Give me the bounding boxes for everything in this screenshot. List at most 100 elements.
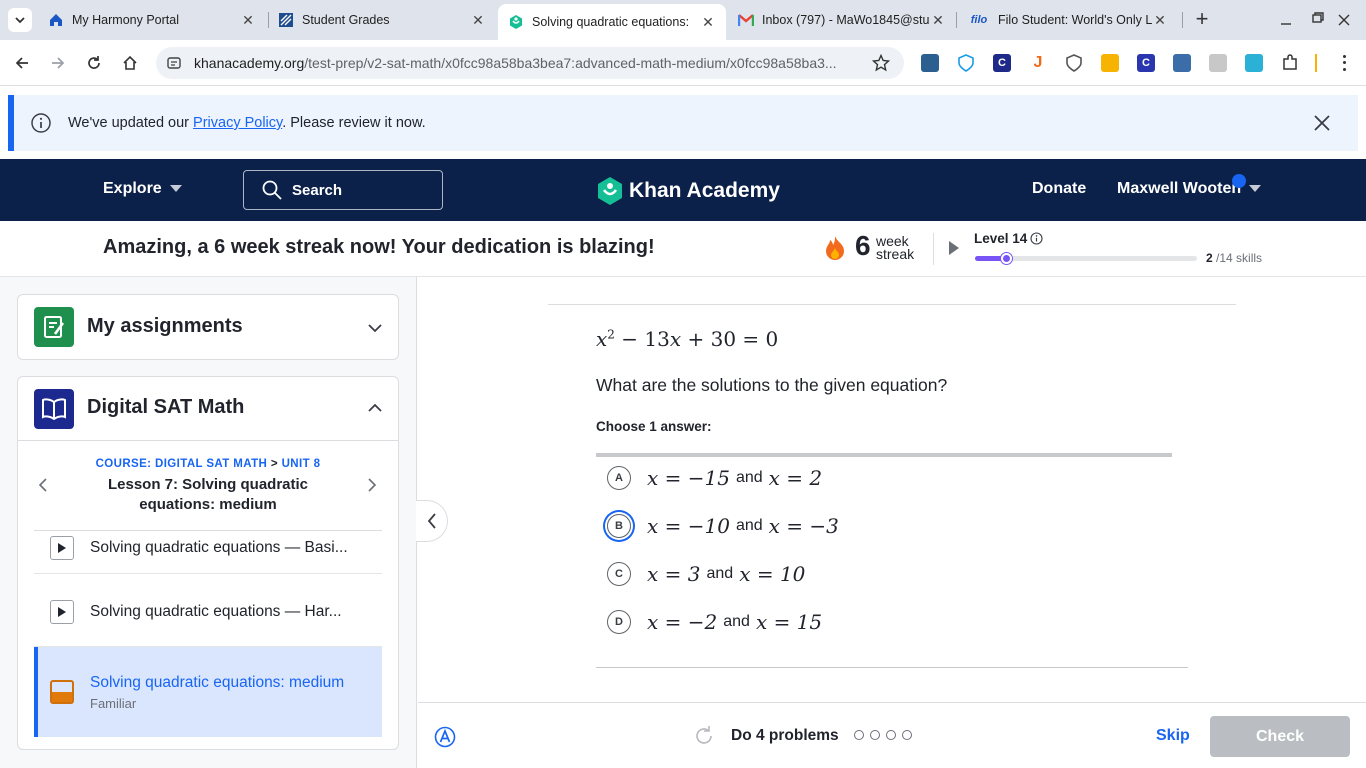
explore-menu-button[interactable]: Explore: [103, 180, 182, 198]
forward-button[interactable]: [47, 52, 69, 74]
next-lesson-button[interactable]: [367, 477, 377, 498]
choice-letter: A: [607, 466, 631, 490]
arrow-left-icon: [15, 57, 28, 69]
choice-left: x = −2: [647, 610, 718, 634]
chevron-up-icon: [368, 403, 382, 412]
donate-link[interactable]: Donate: [1032, 180, 1086, 198]
tab-search-button[interactable]: [8, 8, 32, 32]
browser-toolbar: khanacademy.org/test-prep/v2-sat-math/x0…: [0, 40, 1366, 86]
extension-1-icon[interactable]: [921, 54, 939, 72]
lesson-item-video-basic[interactable]: Solving quadratic equations — Basi...: [34, 528, 382, 574]
home-button[interactable]: [119, 52, 141, 74]
home-icon: [123, 55, 137, 70]
choice-and: and: [735, 469, 763, 486]
extension-shield-icon[interactable]: [957, 54, 975, 72]
tab-student-grades[interactable]: Student Grades ✕: [268, 4, 496, 36]
streak-bar: Amazing, a 6 week streak now! Your dedic…: [0, 221, 1366, 277]
assignments-icon: [34, 307, 74, 347]
harmony-icon: [48, 12, 64, 28]
extension-keep-icon[interactable]: [1101, 54, 1119, 72]
extension-badge-icon[interactable]: [1065, 54, 1083, 72]
search-input[interactable]: Search: [243, 170, 443, 210]
streak-count: 6: [855, 230, 871, 261]
tab-my-harmony-portal[interactable]: My Harmony Portal ✕: [38, 4, 266, 36]
restore-button[interactable]: [1308, 8, 1328, 28]
choice-and: and: [735, 517, 763, 534]
address-bar[interactable]: khanacademy.org/test-prep/v2-sat-math/x0…: [156, 47, 904, 79]
lesson-item-video-hard[interactable]: Solving quadratic equations — Har...: [34, 577, 382, 647]
prev-lesson-button[interactable]: [38, 477, 48, 498]
answer-choice-d[interactable]: D x = −2 and x = 15: [596, 598, 1186, 646]
level-progress-track: [975, 253, 1197, 264]
play-icon: [50, 535, 74, 560]
course-icon: [34, 389, 74, 429]
tab-filo[interactable]: filo Filo Student: World's Only Liv ✕: [958, 4, 1178, 36]
breadcrumb-unit[interactable]: UNIT 8: [282, 458, 321, 470]
user-menu-button[interactable]: Maxwell Wooten: [1117, 174, 1262, 198]
extension-image-icon[interactable]: [1209, 54, 1227, 72]
search-placeholder: Search: [292, 181, 343, 199]
close-tab-icon[interactable]: ✕: [700, 14, 716, 31]
chevron-down-icon: [368, 324, 382, 333]
back-button[interactable]: [11, 52, 33, 74]
privacy-policy-link[interactable]: Privacy Policy: [193, 115, 282, 131]
close-window-button[interactable]: [1334, 10, 1354, 30]
close-icon: [1338, 14, 1350, 26]
close-tab-icon[interactable]: ✕: [240, 12, 256, 29]
lesson-item-label: Solving quadratic equations — Har...: [90, 602, 342, 620]
browser-menu-icon[interactable]: [1336, 53, 1352, 73]
gmail-icon: [738, 12, 754, 28]
skills-count: 2 /14 skills: [1206, 251, 1262, 265]
extension-lock-icon[interactable]: [1173, 54, 1191, 72]
check-button[interactable]: Check: [1210, 716, 1350, 757]
new-tab-button[interactable]: +: [1190, 8, 1214, 32]
extensions-puzzle-icon[interactable]: [1281, 54, 1299, 72]
reload-button[interactable]: [83, 52, 105, 74]
level-expand-button[interactable]: [948, 240, 960, 261]
my-assignments-card[interactable]: My assignments: [17, 294, 399, 360]
problem-dot: [886, 730, 896, 740]
dismiss-banner-button[interactable]: [1312, 113, 1332, 133]
exercise-footer: Do 4 problems Skip Check: [418, 702, 1366, 768]
extension-c-icon[interactable]: C: [993, 54, 1011, 72]
close-tab-icon[interactable]: ✕: [470, 12, 486, 29]
tab-inbox[interactable]: Inbox (797) - MaWo1845@stu ✕: [728, 4, 956, 36]
skip-button[interactable]: Skip: [1156, 727, 1190, 745]
explore-label: Explore: [103, 180, 162, 197]
bookmark-star-icon[interactable]: [872, 54, 890, 72]
flame-icon: [824, 235, 846, 266]
info-icon[interactable]: [1030, 232, 1043, 245]
extension-hook-icon[interactable]: J: [1029, 54, 1047, 72]
lesson-item-exercise-active[interactable]: Solving quadratic equations: medium Fami…: [34, 647, 382, 737]
privacy-banner: We've updated our Privacy Policy. Please…: [8, 95, 1358, 151]
extension-c2-icon[interactable]: C: [1137, 54, 1155, 72]
problem-dot: [902, 730, 912, 740]
chevron-right-icon: [368, 478, 377, 492]
chevron-down-icon: [15, 17, 25, 24]
restore-icon: [1312, 12, 1324, 23]
chevron-left-icon: [38, 478, 47, 492]
close-tab-icon[interactable]: ✕: [930, 12, 946, 29]
tab-solving-quadratic-equations[interactable]: Solving quadratic equations: ✕: [498, 4, 726, 40]
breadcrumb-course[interactable]: COURSE: DIGITAL SAT MATH: [96, 458, 268, 470]
answer-choice-a[interactable]: A x = −15 and x = 2: [596, 454, 1186, 502]
arrow-right-icon: [52, 57, 65, 69]
extension-cloud-icon[interactable]: [1245, 54, 1263, 72]
minimize-button[interactable]: [1276, 10, 1296, 30]
site-info-icon[interactable]: [166, 55, 182, 71]
answer-choice-b[interactable]: B x = −10 and x = −3: [596, 502, 1186, 550]
tab-title: Filo Student: World's Only Liv: [998, 13, 1152, 27]
khan-academy-logo[interactable]: Khan Academy: [596, 176, 780, 206]
accessibility-button[interactable]: [434, 726, 456, 753]
banner-text-after: . Please review it now.: [282, 115, 426, 131]
choice-left: x = 3: [647, 562, 701, 586]
choice-letter: D: [607, 610, 631, 634]
course-header[interactable]: Digital SAT Math: [18, 377, 398, 441]
skills-total: /14 skills: [1216, 251, 1263, 265]
answer-choice-c[interactable]: C x = 3 and x = 10: [596, 550, 1186, 598]
choice-and: and: [723, 613, 750, 630]
choice-and: and: [706, 565, 734, 582]
lesson-item-label: Solving quadratic equations: medium: [90, 673, 345, 691]
mastery-level: Familiar: [90, 695, 137, 711]
close-tab-icon[interactable]: ✕: [1152, 12, 1168, 29]
